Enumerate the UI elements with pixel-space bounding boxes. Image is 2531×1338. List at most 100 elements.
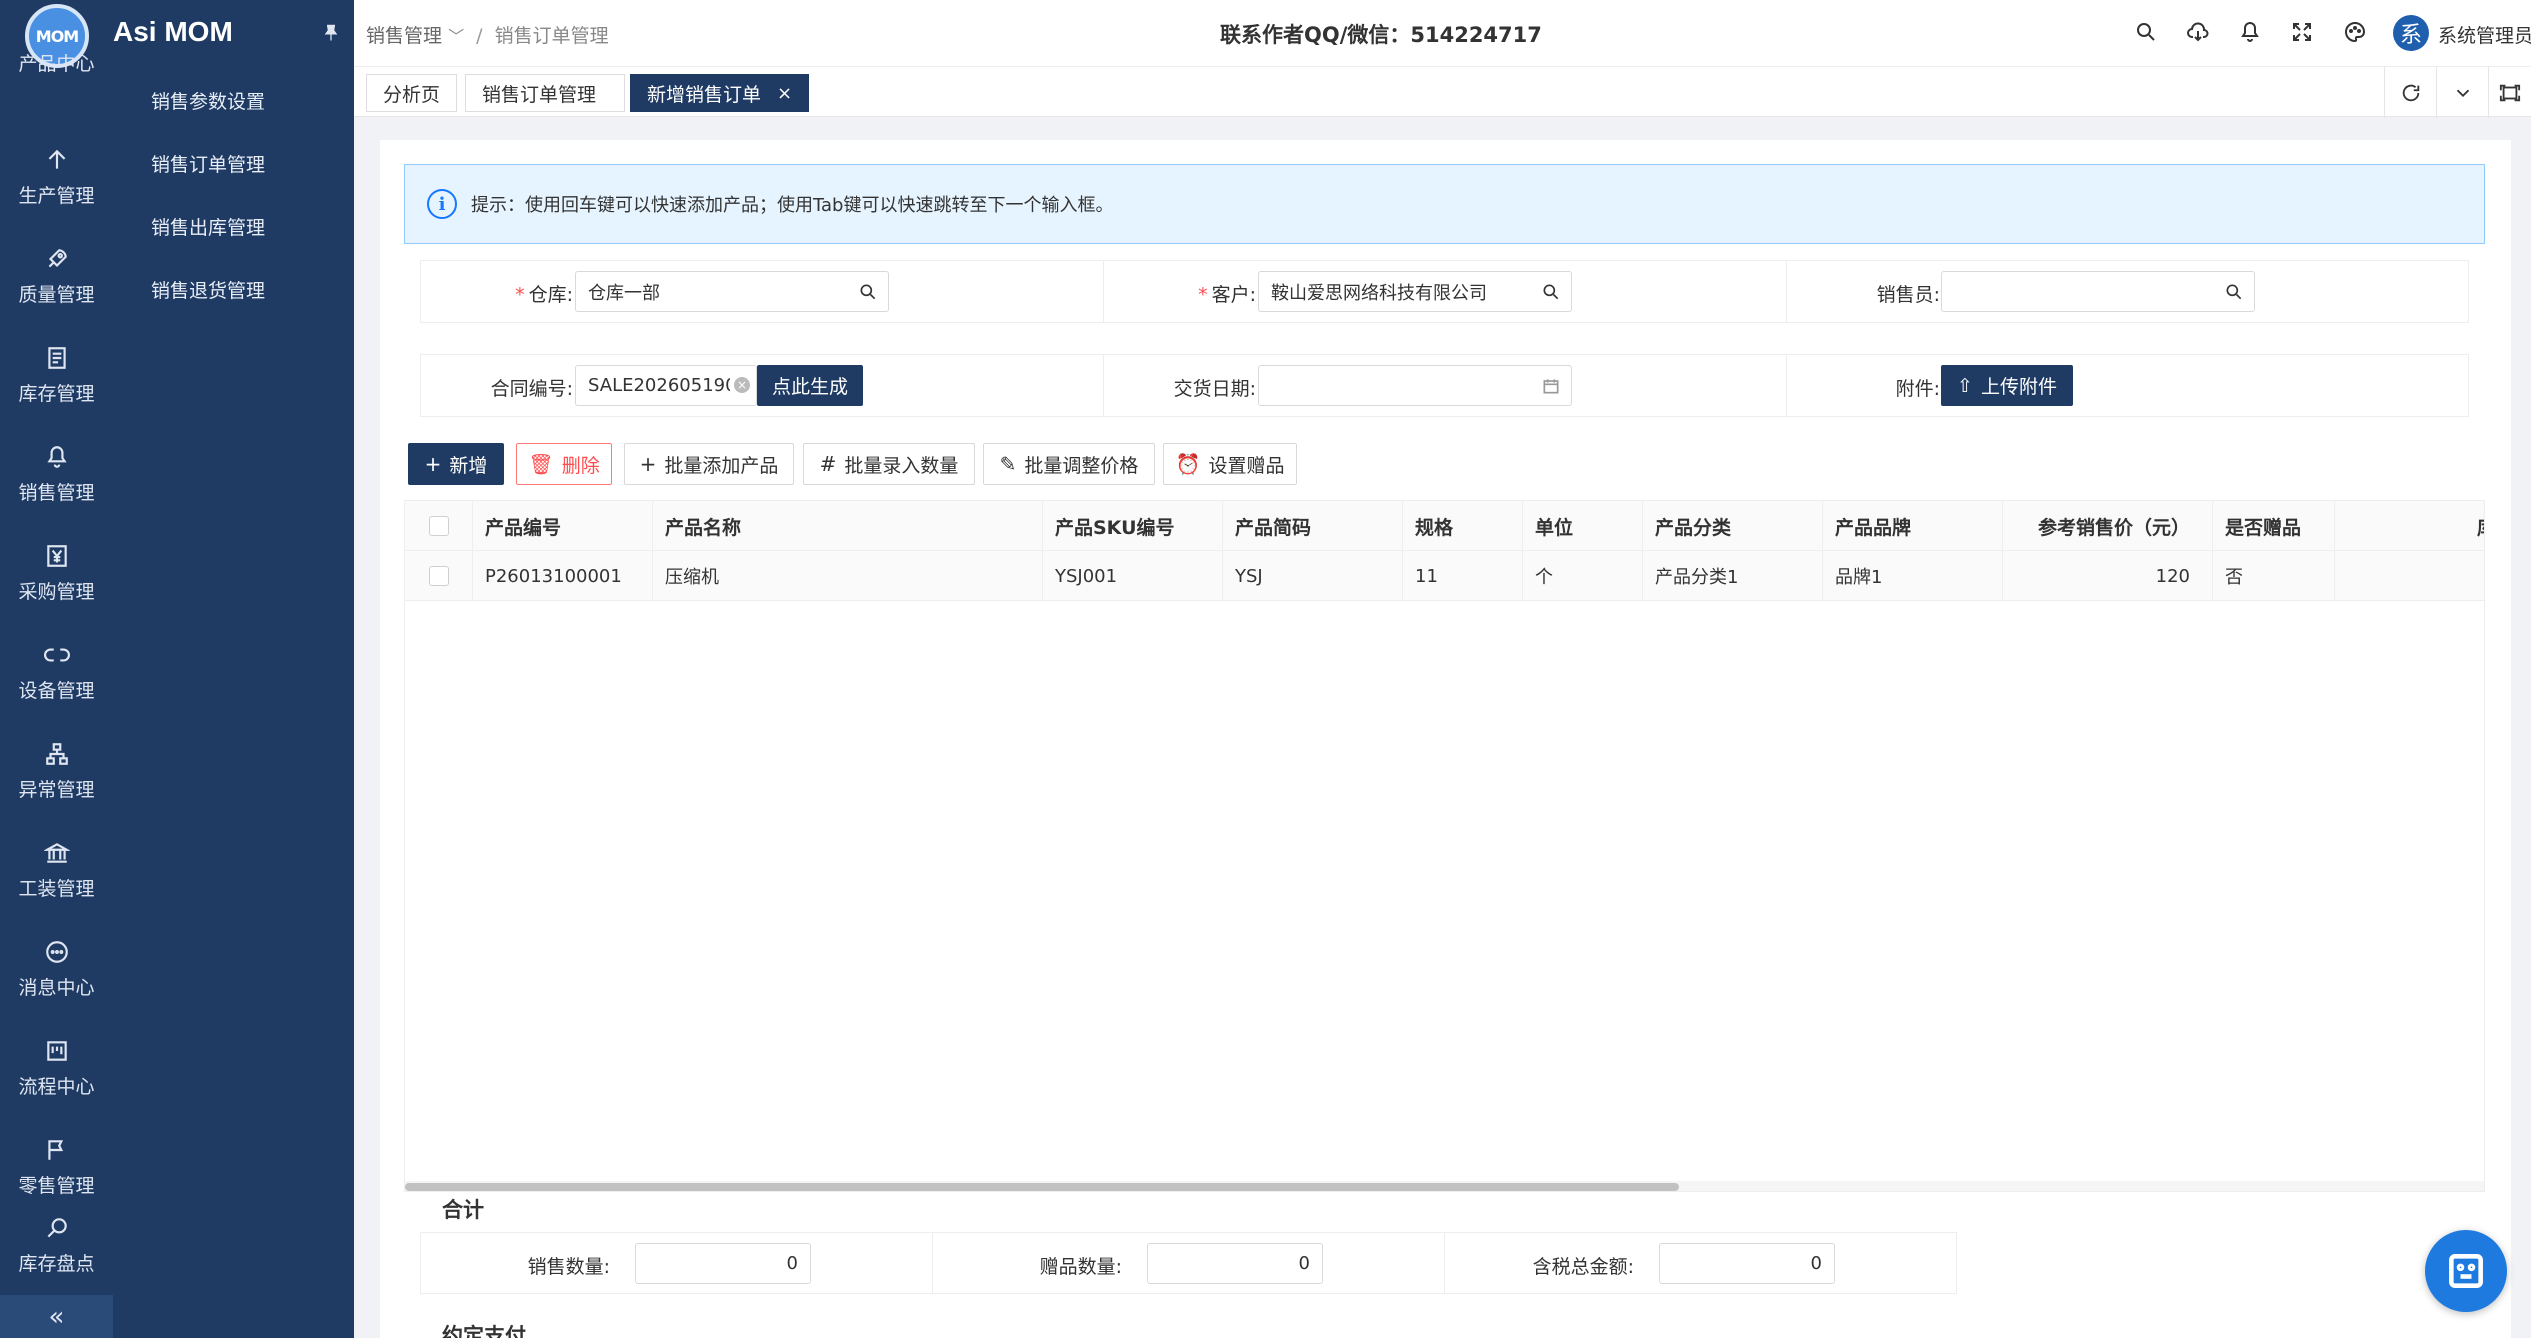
- submenu-item-orders[interactable]: 销售订单管理: [151, 150, 265, 177]
- link-icon: [43, 642, 70, 668]
- rail-item-stocktake[interactable]: 库存盘点: [0, 1196, 113, 1295]
- cloud-download-icon[interactable]: [2186, 20, 2210, 44]
- attachment-cell: 附件: ⇧ 上传附件: [1787, 355, 2470, 416]
- customer-input[interactable]: 鞍山爱思网络科技有限公司: [1258, 271, 1572, 312]
- message-icon: [44, 939, 70, 965]
- col-category: 产品分类: [1643, 501, 1823, 551]
- submenu-item-params[interactable]: 销售参数设置: [151, 87, 265, 114]
- batch-qty-button[interactable]: # 批量录入数量: [803, 443, 975, 485]
- rail-label: 库存盘点: [18, 1253, 95, 1275]
- upload-button[interactable]: ⇧ 上传附件: [1941, 365, 2073, 406]
- chevron-down-icon[interactable]: [2436, 67, 2488, 118]
- rail-label: 流程中心: [18, 1076, 95, 1098]
- rail-item-exception[interactable]: 异常管理: [0, 722, 113, 821]
- tax-total-input[interactable]: 0: [1659, 1243, 1835, 1284]
- tabs-bar: 分析页 销售订单管理 新增销售订单 ×: [354, 66, 2531, 118]
- cell-product-name: 压缩机: [653, 551, 1043, 601]
- breadcrumb-root[interactable]: 销售管理: [366, 25, 442, 47]
- top-header: 销售管理 ﹀ / 销售订单管理 联系作者QQ/微信：514224717 系 系统…: [354, 0, 2531, 66]
- maximize-icon[interactable]: [2488, 67, 2531, 118]
- submenu-item-outbound[interactable]: 销售出库管理: [151, 213, 265, 240]
- username[interactable]: 系统管理员: [2438, 21, 2531, 48]
- rail-label: 质量管理: [18, 284, 95, 306]
- tab-label: 新增销售订单: [647, 83, 762, 106]
- cell-unit: 个: [1523, 551, 1643, 601]
- cell-short-code: YSJ: [1223, 551, 1403, 601]
- rail-item-purchase[interactable]: 采购管理: [0, 524, 113, 623]
- set-gift-button[interactable]: ⏰ 设置赠品: [1163, 443, 1297, 485]
- chevron-down-icon[interactable]: ﹀: [448, 27, 464, 46]
- rail-label: 生产管理: [18, 185, 95, 207]
- arrow-up-icon: [44, 147, 70, 173]
- bell-icon: [44, 444, 70, 470]
- submenu-item-returns[interactable]: 销售退货管理: [151, 276, 265, 303]
- tip-alert: i 提示：使用回车键可以快速添加产品；使用Tab键可以快速跳转至下一个输入框。: [404, 164, 2485, 244]
- search-icon[interactable]: [858, 282, 878, 302]
- bell-icon[interactable]: [2238, 20, 2262, 44]
- trash-icon: 🗑: [528, 452, 554, 476]
- flag-icon: [44, 1137, 70, 1163]
- batch-price-button[interactable]: ✎ 批量调整价格: [983, 443, 1155, 485]
- rail-item-workflow[interactable]: 流程中心: [0, 1019, 113, 1118]
- fullscreen-icon[interactable]: [2290, 20, 2314, 44]
- rail-item-inventory[interactable]: 库存管理: [0, 326, 113, 425]
- select-all-cell: [405, 501, 473, 551]
- payment-title: 约定支付: [442, 1324, 526, 1338]
- horizontal-scrollbar[interactable]: [405, 1181, 2484, 1191]
- tab-new-order[interactable]: 新增销售订单 ×: [630, 74, 810, 112]
- delivery-date-input[interactable]: [1258, 365, 1572, 406]
- generate-button[interactable]: 点此生成: [757, 365, 863, 406]
- warehouse-input[interactable]: 仓库一部: [575, 271, 889, 312]
- cell-sku: YSJ001: [1043, 551, 1223, 601]
- batch-add-button[interactable]: + 批量添加产品: [624, 443, 794, 485]
- palette-icon[interactable]: [2343, 20, 2367, 44]
- calendar-icon[interactable]: [1541, 376, 1561, 396]
- delete-button[interactable]: 🗑 删除: [516, 443, 612, 485]
- gift-qty-input[interactable]: 0: [1147, 1243, 1323, 1284]
- refresh-icon[interactable]: [2384, 67, 2436, 118]
- tab-analysis[interactable]: 分析页: [366, 74, 458, 112]
- rail-item-quality[interactable]: 质量管理: [0, 227, 113, 326]
- sales-qty-input[interactable]: 0: [635, 1243, 811, 1284]
- rail-item-equipment[interactable]: 设备管理: [0, 623, 113, 722]
- contract-input[interactable]: SALE202605190001 ×: [575, 365, 757, 406]
- brand-name: Asi MOM: [113, 16, 233, 47]
- rail-item-product[interactable]: 产品中心: [0, 40, 113, 85]
- delivery-cell: 交货日期:: [1104, 355, 1787, 416]
- rail-item-tooling[interactable]: 工装管理: [0, 821, 113, 920]
- collapse-button[interactable]: «: [0, 1295, 113, 1338]
- row-checkbox[interactable]: [428, 566, 449, 586]
- add-button[interactable]: + 新增: [408, 443, 504, 485]
- search-icon[interactable]: [1541, 282, 1561, 302]
- contact-info: 联系作者QQ/微信：514224717: [1220, 23, 1542, 47]
- left-rail: MOM 产品中心 生产管理 质量管理 库存管理 销售管理 采购管理 设备管理 异…: [0, 0, 113, 1338]
- search-icon[interactable]: [2134, 20, 2158, 44]
- salesman-input[interactable]: [1941, 271, 2255, 312]
- rail-item-sales[interactable]: 销售管理: [0, 425, 113, 524]
- table-row[interactable]: P26013100001 压缩机 YSJ001 YSJ 11 个 产品分类1 品…: [405, 551, 2484, 601]
- pin-icon[interactable]: [321, 22, 341, 44]
- cell-stock: [2335, 551, 2484, 601]
- breadcrumb-separator: /: [476, 25, 483, 47]
- warehouse-label: * 仓库:: [515, 284, 573, 306]
- rail-item-messages[interactable]: 消息中心: [0, 920, 113, 1019]
- customer-cell: * 客户: 鞍山爱思网络科技有限公司: [1104, 261, 1787, 322]
- tab-order-management[interactable]: 销售订单管理: [465, 74, 625, 112]
- product-table: 产品编号 产品名称 产品SKU编号 产品简码 规格 单位 产品分类 产品品牌 参…: [404, 500, 2485, 1192]
- clear-icon[interactable]: ×: [734, 377, 750, 393]
- avatar[interactable]: 系: [2393, 15, 2429, 51]
- assistant-fab[interactable]: [2425, 1230, 2507, 1312]
- scrollbar-thumb[interactable]: [405, 1183, 1679, 1191]
- form-row-2: 合同编号: SALE202605190001 × 点此生成 交货日期: 附件: …: [420, 354, 2469, 417]
- col-spec: 规格: [1403, 501, 1523, 551]
- tab-label: 销售订单管理: [482, 83, 597, 106]
- cell-brand: 品牌1: [1823, 551, 2003, 601]
- hierarchy-icon: [44, 741, 70, 767]
- rail-item-production[interactable]: 生产管理: [0, 128, 113, 227]
- info-icon: i: [427, 189, 457, 219]
- close-icon[interactable]: ×: [777, 83, 792, 104]
- select-all-checkbox[interactable]: [428, 516, 449, 536]
- search-icon[interactable]: [2224, 282, 2244, 302]
- warehouse-cell: * 仓库: 仓库一部: [421, 261, 1104, 322]
- plus-icon: +: [424, 452, 442, 476]
